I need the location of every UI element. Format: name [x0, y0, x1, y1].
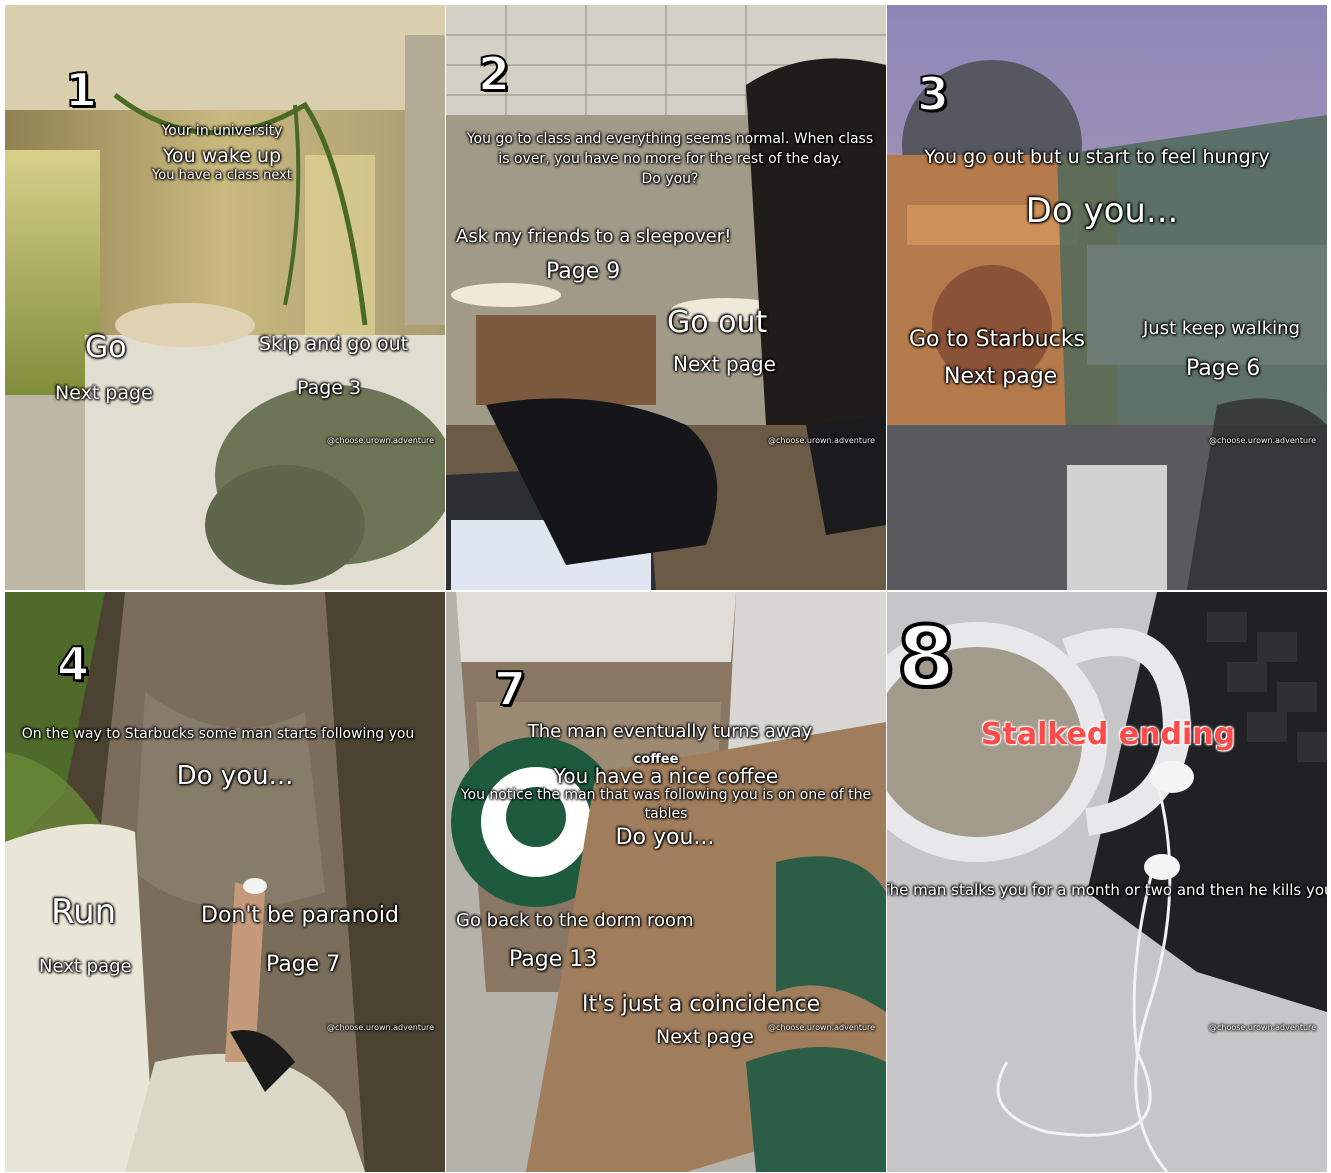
choice-a-label: Run	[51, 892, 117, 932]
story-panel-4: 4 On the way to Starbucks some man start…	[5, 592, 445, 1172]
choice-a-label: Ask my friends to a sleepover!	[456, 226, 732, 247]
story-panel-2: 2 You go to class and everything seems n…	[446, 5, 886, 590]
page-number: 7	[493, 661, 527, 717]
choice-b-label: Just keep walking	[1143, 318, 1300, 339]
prompt: Do you...	[1025, 191, 1179, 231]
page-number: 4	[56, 636, 90, 692]
watermark: @choose.urown.adventure	[327, 436, 435, 445]
story-line: On the way to Starbucks some man starts …	[21, 726, 415, 742]
choice-a-page: Next page	[944, 364, 1058, 389]
story-line: You have a class next	[152, 168, 292, 183]
story-line: You notice the man that was following yo…	[460, 787, 872, 803]
story-line: is over, you have no more for the rest o…	[498, 151, 842, 167]
choice-b-label: It's just a coincidence	[582, 992, 821, 1017]
watermark: @choose.urown.adventure	[1209, 436, 1317, 445]
choice-b-label: Don't be paranoid	[201, 903, 399, 928]
choice-b-page: Page 6	[1186, 356, 1261, 381]
choice-a-label: Go to Starbucks	[909, 327, 1085, 352]
choice-b-page: Next page	[656, 1026, 754, 1048]
story-line: tables	[644, 806, 688, 822]
story-panel-5: 7 The man eventually turns away coffee Y…	[446, 592, 886, 1172]
prompt: Do you...	[615, 825, 715, 850]
story-panel-3: 3 You go out but u start to feel hungry …	[887, 5, 1327, 590]
prompt: Do you...	[176, 761, 294, 791]
watermark: @choose.urown.adventure	[1209, 1023, 1317, 1032]
story-line: The man stalks you for a month or two an…	[887, 881, 1327, 899]
page-number: 8	[895, 606, 957, 708]
choice-b-label: Skip and go out	[259, 333, 409, 355]
city-station-photo	[887, 5, 1327, 590]
choice-a-label: Go	[85, 330, 127, 365]
page-number: 3	[916, 66, 950, 122]
choice-a-page: Page 9	[546, 259, 621, 284]
choice-a-page: Page 13	[509, 947, 598, 972]
story-line: The man eventually turns away	[527, 721, 813, 742]
choice-b-page: Next page	[673, 352, 776, 376]
story-line: You wake up	[162, 145, 282, 167]
ending-title: Stalked ending	[980, 717, 1236, 752]
choice-a-label: Go back to the dorm room	[456, 910, 694, 931]
story-line: Your in university	[161, 123, 283, 139]
library-photo	[446, 5, 886, 590]
page-number: 2	[477, 46, 511, 102]
page-number: 1	[64, 62, 98, 118]
story-line: You have a nice coffee	[553, 764, 779, 788]
watermark: @choose.urown.adventure	[327, 1023, 435, 1032]
choice-b-page: Page 3	[297, 377, 362, 399]
watermark: @choose.urown.adventure	[768, 436, 876, 445]
choice-a-page: Next page	[39, 956, 132, 977]
story-panel-1: 1 Your in university You wake up You hav…	[5, 5, 445, 590]
story-line: Do you?	[641, 171, 699, 187]
choice-b-page: Page 7	[266, 952, 341, 977]
story-panel-6: 8 Stalked ending The man stalks you for …	[887, 592, 1327, 1172]
choice-a-page: Next page	[55, 382, 153, 404]
story-line: You go to class and everything seems nor…	[466, 131, 874, 147]
watermark: @choose.urown.adventure	[768, 1023, 876, 1032]
story-line: You go out but u start to feel hungry	[924, 146, 1270, 168]
choice-b-label: Go out	[667, 305, 768, 340]
